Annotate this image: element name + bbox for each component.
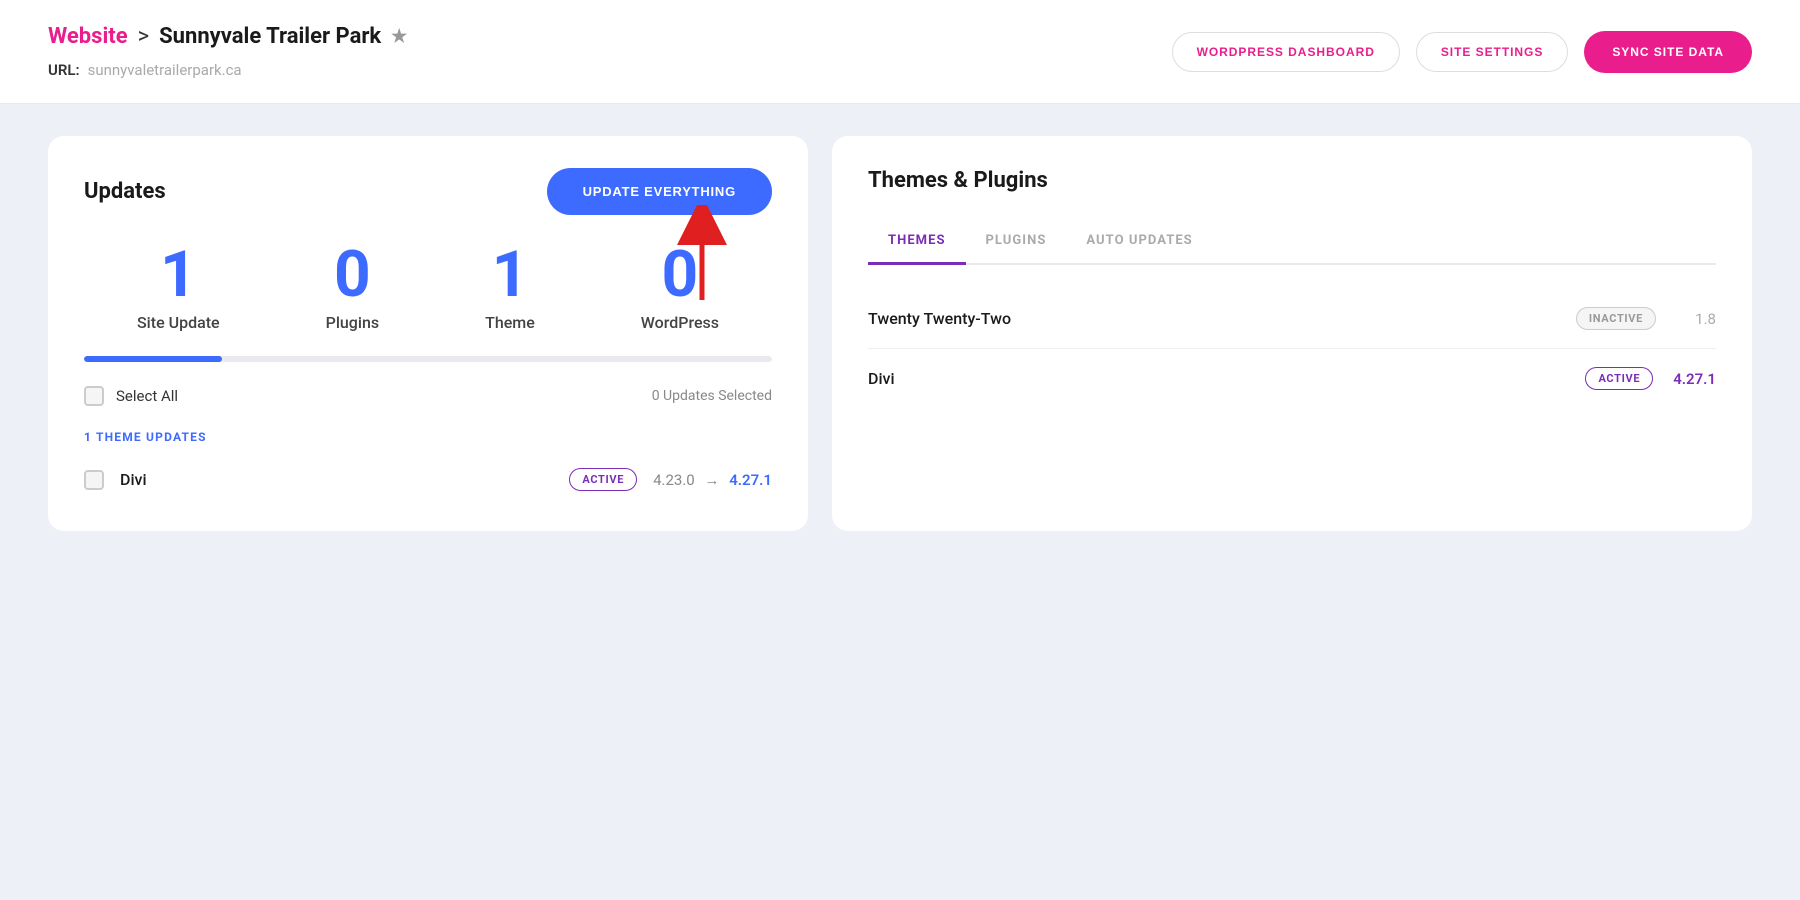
breadcrumb: Website > Sunnyvale Trailer Park ★ [48, 24, 407, 49]
stat-wordpress-number: 0 [662, 243, 699, 307]
divi-version-info: 4.23.0 → 4.27.1 [653, 471, 772, 489]
tab-themes[interactable]: THEMES [868, 221, 966, 265]
divi-version-from: 4.23.0 [653, 471, 695, 489]
tab-auto-updates[interactable]: AUTO UPDATES [1066, 221, 1212, 265]
select-all-label: Select All [116, 387, 178, 405]
stat-plugins-number: 0 [334, 243, 371, 307]
header-left: Website > Sunnyvale Trailer Park ★ URL: … [48, 24, 407, 79]
stat-plugins-label: Plugins [326, 313, 379, 332]
breadcrumb-separator: > [138, 24, 150, 49]
stat-theme-label: Theme [485, 313, 535, 332]
progress-bar-fill [84, 356, 222, 362]
breadcrumb-site: Sunnyvale Trailer Park [159, 24, 381, 49]
url-row: URL: sunnyvaletrailerpark.ca [48, 61, 407, 79]
header-actions: WORDPRESS DASHBOARD SITE SETTINGS SYNC S… [1172, 31, 1752, 73]
star-icon[interactable]: ★ [391, 26, 407, 47]
divi-update-name: Divi [120, 470, 553, 489]
theme-row-twenty-twenty-two: Twenty Twenty-Two INACTIVE 1.8 [868, 289, 1716, 349]
stat-wordpress: 0 WordPress [641, 243, 719, 332]
updates-selected-label: 0 Updates Selected [652, 388, 772, 404]
divi-update-checkbox[interactable] [84, 470, 104, 490]
updates-panel-header: Updates UPDATE EVERYTHING [84, 168, 772, 215]
stat-site-update-number: 1 [160, 243, 197, 307]
stats-row: 1 Site Update 0 Plugins 1 Theme 0 WordPr… [84, 243, 772, 332]
wordpress-dashboard-button[interactable]: WORDPRESS DASHBOARD [1172, 32, 1400, 72]
url-label: URL: [48, 61, 80, 79]
main-content: Updates UPDATE EVERYTHING 1 Site Updat [0, 104, 1800, 563]
site-settings-button[interactable]: SITE SETTINGS [1416, 32, 1569, 72]
progress-bar-container [84, 356, 772, 362]
header: Website > Sunnyvale Trailer Park ★ URL: … [0, 0, 1800, 104]
theme-inactive-badge-twenty-twenty-two: INACTIVE [1576, 307, 1656, 330]
theme-name-divi: Divi [868, 369, 1585, 388]
theme-version-twenty-twenty-two: 1.8 [1676, 310, 1716, 328]
divi-version-arrow: → [704, 471, 719, 489]
divi-active-badge: ACTIVE [569, 468, 637, 491]
stat-wordpress-label: WordPress [641, 313, 719, 332]
themes-plugins-title: Themes & Plugins [868, 168, 1048, 193]
stat-site-update: 1 Site Update [137, 243, 220, 332]
theme-version-divi: 4.27.1 [1673, 370, 1716, 388]
update-everything-wrapper: UPDATE EVERYTHING [547, 168, 772, 215]
divi-version-to: 4.27.1 [729, 471, 772, 489]
updates-panel: Updates UPDATE EVERYTHING 1 Site Updat [48, 136, 808, 531]
select-all-checkbox[interactable] [84, 386, 104, 406]
theme-active-badge-divi: ACTIVE [1585, 367, 1653, 390]
theme-row-divi: Divi ACTIVE 4.27.1 [868, 349, 1716, 408]
tab-plugins[interactable]: PLUGINS [966, 221, 1067, 265]
stat-theme-number: 1 [492, 243, 529, 307]
url-value: sunnyvaletrailerpark.ca [88, 61, 242, 79]
updates-panel-title: Updates [84, 179, 166, 204]
update-everything-button[interactable]: UPDATE EVERYTHING [547, 168, 772, 215]
tabs-row: THEMES PLUGINS AUTO UPDATES [868, 221, 1716, 265]
theme-name-twenty-twenty-two: Twenty Twenty-Two [868, 309, 1576, 328]
themes-list: Twenty Twenty-Two INACTIVE 1.8 Divi ACTI… [868, 289, 1716, 408]
stat-plugins: 0 Plugins [326, 243, 379, 332]
themes-plugins-header: Themes & Plugins [868, 168, 1716, 193]
stat-theme: 1 Theme [485, 243, 535, 332]
theme-updates-section-label: 1 THEME UPDATES [84, 430, 772, 444]
divi-update-row: Divi ACTIVE 4.23.0 → 4.27.1 [84, 460, 772, 499]
select-row: Select All 0 Updates Selected [84, 382, 772, 410]
themes-plugins-panel: Themes & Plugins THEMES PLUGINS AUTO UPD… [832, 136, 1752, 531]
sync-site-data-button[interactable]: SYNC SITE DATA [1584, 31, 1752, 73]
select-all-row: Select All [84, 386, 178, 406]
breadcrumb-website[interactable]: Website [48, 24, 128, 49]
stat-site-update-label: Site Update [137, 313, 220, 332]
